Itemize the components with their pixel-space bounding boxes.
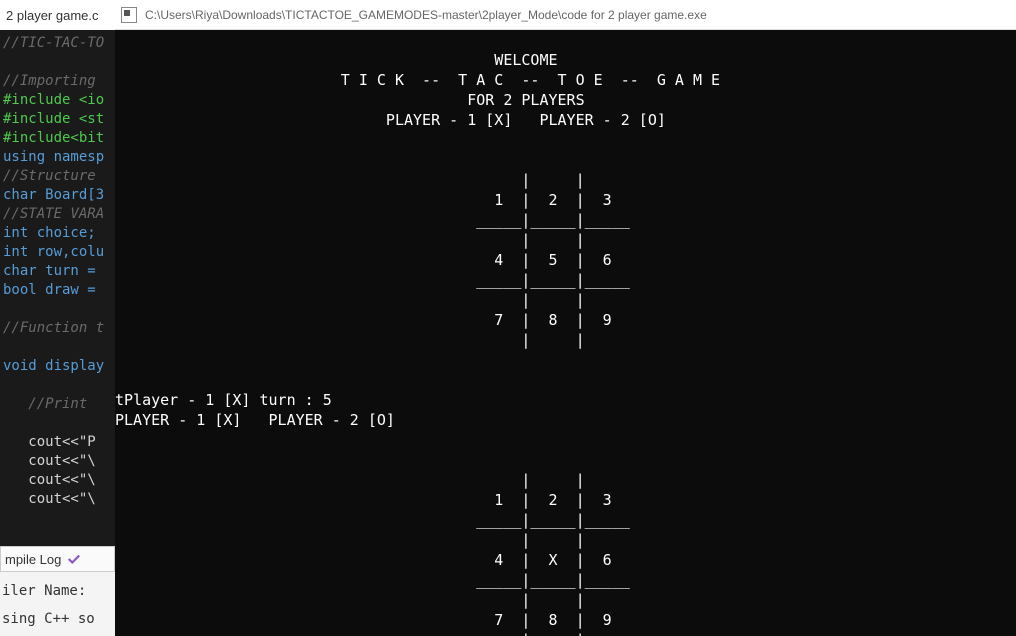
code-line: using namesp [3, 148, 112, 167]
editor-tab[interactable]: 2 player game.c [0, 0, 115, 30]
code-line: //TIC-TAC-TO [3, 34, 112, 53]
code-line: //Importing [3, 72, 112, 91]
compile-log-panel: mpile Log iler Name: sing C++ so [0, 546, 115, 636]
code-line: //Structure [3, 167, 112, 186]
code-line: //Print [3, 395, 112, 414]
editor-code-area[interactable]: //TIC-TAC-TO //Importing #include <io#in… [0, 30, 115, 513]
code-line: cout<<"\ [3, 490, 112, 509]
code-line [3, 53, 112, 72]
code-line [3, 414, 112, 433]
compile-log-tab[interactable]: mpile Log [0, 546, 115, 572]
code-line: cout<<"\ [3, 452, 112, 471]
code-line: #include <io [3, 91, 112, 110]
code-line: void display [3, 357, 112, 376]
code-line: #include <st [3, 110, 112, 129]
code-line: cout<<"P [3, 433, 112, 452]
code-line [3, 300, 112, 319]
compile-log-label: mpile Log [5, 552, 61, 567]
app-icon [121, 7, 137, 23]
console-output[interactable]: WELCOME T I C K -- T A C -- T O E -- G A… [115, 30, 1016, 636]
compiler-name-line: iler Name: [2, 580, 113, 602]
code-line: int row,colu [3, 243, 112, 262]
console-title-path: C:\Users\Riya\Downloads\TICTACTOE_GAMEMO… [145, 8, 707, 22]
check-icon [67, 552, 81, 566]
editor-tab-label: 2 player game.c [6, 8, 99, 23]
code-line [3, 338, 112, 357]
code-line: char turn = [3, 262, 112, 281]
code-line: cout<<"\ [3, 471, 112, 490]
code-editor-panel: 2 player game.c //TIC-TAC-TO //Importing… [0, 0, 115, 636]
code-line: //STATE VARA [3, 205, 112, 224]
code-line [3, 376, 112, 395]
compile-log-body: iler Name: sing C++ so [0, 572, 115, 636]
code-line: #include<bit [3, 129, 112, 148]
code-line: char Board[3 [3, 186, 112, 205]
console-titlebar[interactable]: C:\Users\Riya\Downloads\TICTACTOE_GAMEMO… [115, 0, 1016, 30]
code-line: int choice; [3, 224, 112, 243]
code-line: //Function t [3, 319, 112, 338]
code-line: bool draw = [3, 281, 112, 300]
console-window: C:\Users\Riya\Downloads\TICTACTOE_GAMEMO… [115, 0, 1016, 636]
compiler-using-line: sing C++ so [2, 608, 113, 630]
